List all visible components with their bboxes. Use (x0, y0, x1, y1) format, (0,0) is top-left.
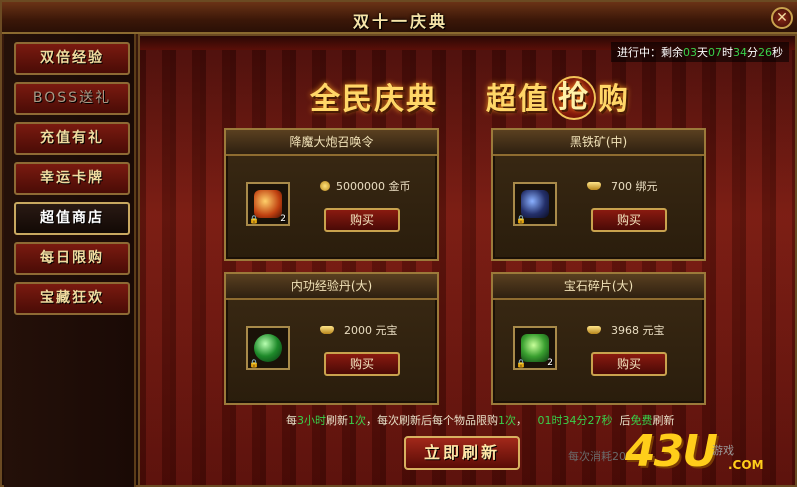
site-logo-sub: 游戏 (712, 444, 734, 457)
countdown-days-unit: 天 (697, 46, 708, 59)
item-price: 700 绑元 (587, 178, 658, 194)
banner-right-b: 购 (598, 82, 630, 117)
gem-fragment-icon (521, 334, 549, 362)
card-title: 宝石碎片(大) (493, 274, 704, 300)
event-countdown: 进行中：剩余03天07时34分26秒 (611, 42, 789, 62)
banner-right-big: 抢 (552, 75, 596, 120)
banner-title-left: 全民庆典 (310, 82, 438, 117)
price-currency: 金币 (388, 180, 411, 193)
site-logo: 43U (625, 426, 718, 477)
buy-button[interactable]: 购买 (324, 208, 400, 232)
notice-text: ，每次刷新后每个物品限购 (366, 414, 498, 427)
refresh-cost-note: 每次消耗20 (568, 450, 626, 463)
buy-button[interactable]: 购买 (591, 208, 667, 232)
title-bar: 双十一庆典 ✕ (2, 2, 797, 34)
item-slot[interactable]: 🔒 2 (246, 182, 290, 226)
buy-button[interactable]: 购买 (324, 352, 400, 376)
gold-coin-icon (320, 181, 330, 191)
notice-hours: 3小时 (297, 414, 326, 427)
item-slot[interactable]: 🔒 2 (513, 326, 557, 370)
lock-icon: 🔒 (249, 215, 259, 224)
countdown-prefix: 进行中：剩余 (617, 46, 683, 59)
sidebar-item-lucky-card[interactable]: 幸运卡牌 (14, 162, 130, 195)
notice-text: 每 (286, 414, 297, 427)
notice-limit: 1次 (498, 414, 516, 427)
lock-icon: 🔒 (516, 359, 526, 368)
bound-ingot-icon (587, 182, 601, 190)
sidebar-item-recharge-gift[interactable]: 充值有礼 (14, 122, 130, 155)
ingot-icon (320, 326, 334, 334)
price-value: 700 (611, 180, 632, 193)
price-currency: 绑元 (635, 180, 658, 193)
card-title: 黑铁矿(中) (493, 130, 704, 156)
item-price: 3968 元宝 (587, 322, 665, 338)
sidebar-item-value-shop[interactable]: 超值商店 (14, 202, 130, 235)
exp-pill-icon (254, 334, 282, 362)
notice-text: 刷新 (326, 414, 348, 427)
shop-card: 宝石碎片(大) 🔒 2 3968 元宝 购买 (491, 272, 706, 405)
ingot-icon (587, 326, 601, 334)
shop-card: 黑铁矿(中) 🔒 700 绑元 购买 (491, 128, 706, 261)
notice-times: 1次 (348, 414, 366, 427)
item-slot[interactable]: 🔒 (513, 182, 557, 226)
lock-icon: 🔒 (516, 215, 526, 224)
lock-icon: 🔒 (249, 359, 259, 368)
close-button[interactable]: ✕ (771, 7, 793, 29)
shop-card: 内功经验丹(大) 🔒 2000 元宝 购买 (224, 272, 439, 405)
price-currency: 元宝 (375, 324, 398, 337)
countdown-seconds-unit: 秒 (772, 46, 783, 59)
window-title: 双十一庆典 (352, 12, 448, 31)
price-value: 3968 (611, 324, 639, 337)
sidebar-item-daily-limit[interactable]: 每日限购 (14, 242, 130, 275)
refresh-timer: 01时34分27秒 (537, 414, 613, 427)
refresh-notice: 每3小时刷新1次，每次刷新后每个物品限购1次， 01时34分27秒 后免费刷新 (286, 412, 675, 428)
sidebar-item-double-exp[interactable]: 双倍经验 (14, 42, 130, 75)
countdown-minutes-unit: 分 (747, 46, 758, 59)
card-title: 内功经验丹(大) (226, 274, 437, 300)
price-value: 2000 (344, 324, 372, 337)
item-price: 5000000 金币 (320, 178, 411, 194)
shop-panel: 进行中：剩余03天07时34分26秒 全民庆典 超值抢购 降魔大炮召唤令 🔒 2… (138, 34, 797, 487)
card-title: 降魔大炮召唤令 (226, 130, 437, 156)
price-value: 5000000 (336, 180, 385, 193)
countdown-seconds: 26 (758, 46, 772, 59)
price-currency: 元宝 (642, 324, 665, 337)
item-quantity: 2 (280, 214, 286, 224)
countdown-hours: 07 (708, 46, 722, 59)
notice-text: ， (516, 414, 527, 427)
site-logo-domain: .COM (728, 458, 764, 472)
item-quantity: 2 (547, 358, 553, 368)
sidebar: 双倍经验 BOSS送礼 充值有礼 幸运卡牌 超值商店 每日限购 宝藏狂欢 (4, 34, 136, 487)
summon-token-icon (254, 190, 282, 218)
item-price: 2000 元宝 (320, 322, 398, 338)
banner-title-right: 超值抢购 (486, 74, 630, 120)
shop-card: 降魔大炮召唤令 🔒 2 5000000 金币 购买 (224, 128, 439, 261)
countdown-hours-unit: 时 (722, 46, 733, 59)
item-slot[interactable]: 🔒 (246, 326, 290, 370)
black-iron-ore-icon (521, 190, 549, 218)
countdown-minutes: 34 (733, 46, 747, 59)
sidebar-item-boss-gift[interactable]: BOSS送礼 (14, 82, 130, 115)
refresh-now-button[interactable]: 立即刷新 (404, 436, 520, 470)
event-window: 双十一庆典 ✕ 双倍经验 BOSS送礼 充值有礼 幸运卡牌 超值商店 每日限购 … (0, 0, 797, 487)
banner-right-a: 超值 (486, 82, 550, 117)
sidebar-item-treasure-carnival[interactable]: 宝藏狂欢 (14, 282, 130, 315)
buy-button[interactable]: 购买 (591, 352, 667, 376)
countdown-days: 03 (683, 46, 697, 59)
